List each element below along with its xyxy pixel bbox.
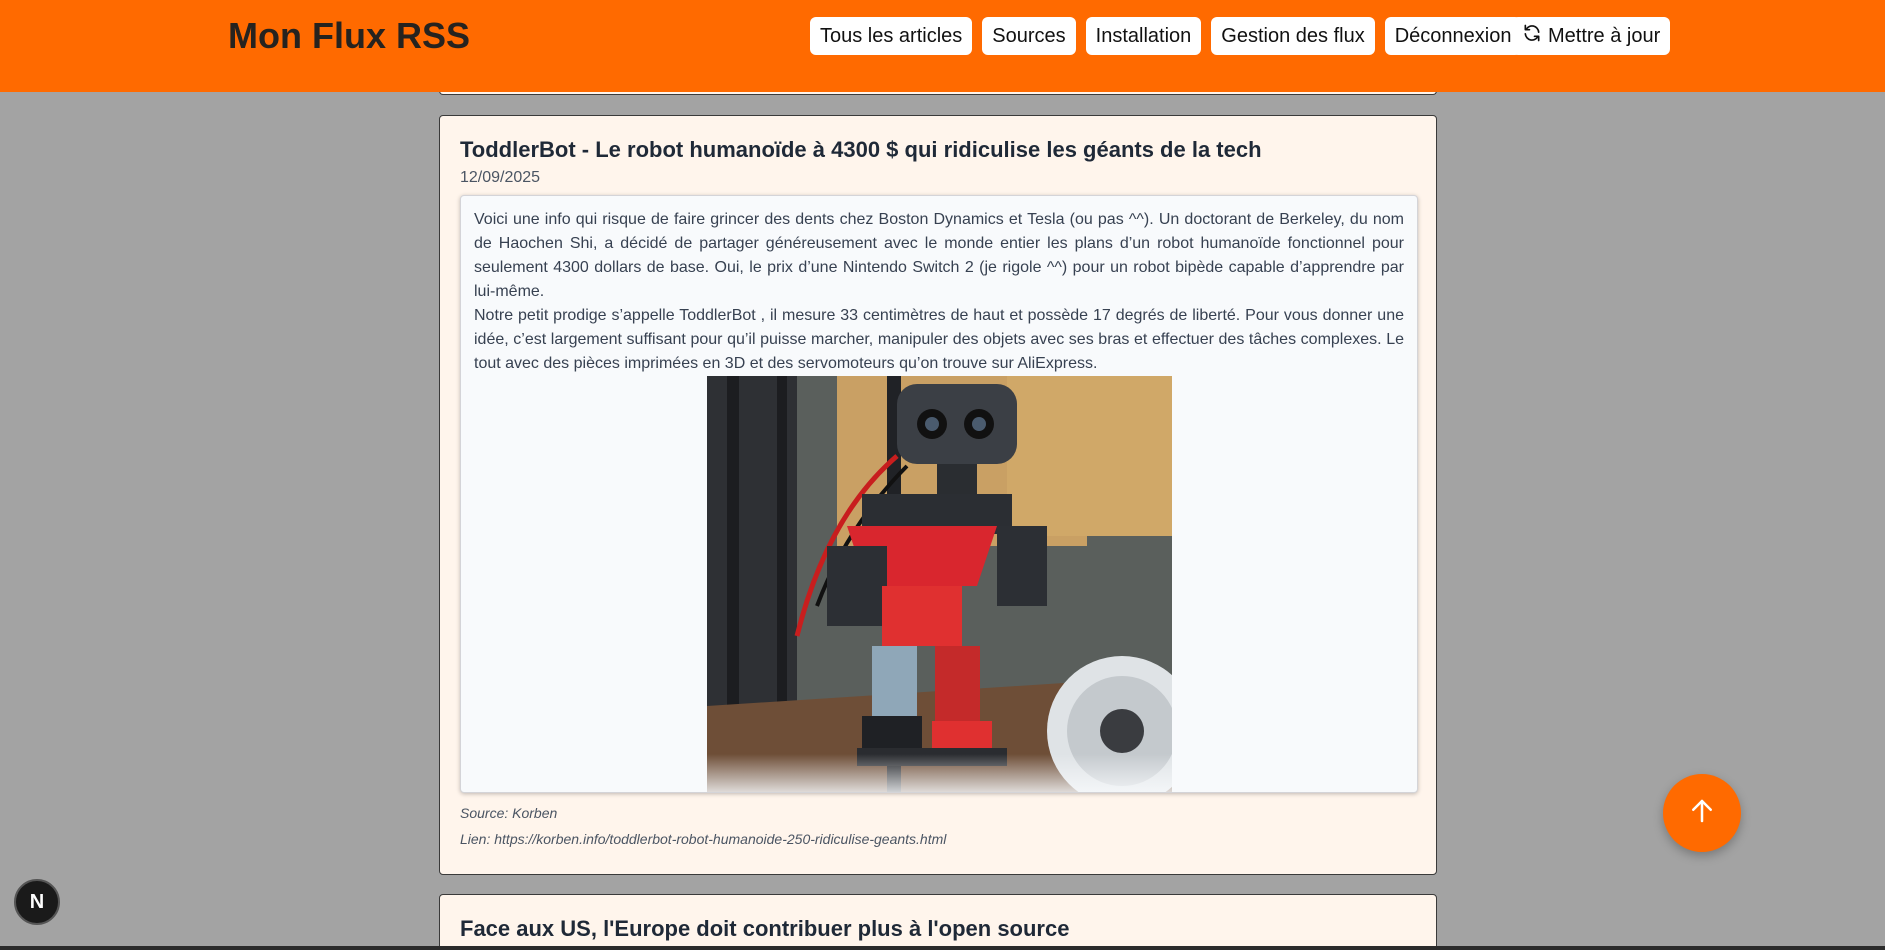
article-paragraph: Notre petit prodige s’appelle ToddlerBot… xyxy=(474,306,1404,372)
bottom-border xyxy=(0,946,1885,950)
nav-manage-feeds-button[interactable]: Gestion des flux xyxy=(1211,17,1375,55)
main-nav: Tous les articles Sources Installation G… xyxy=(810,17,1522,55)
nav-logout-button[interactable]: Déconnexion xyxy=(1384,17,1522,55)
refresh-button[interactable]: Mettre à jour xyxy=(1512,17,1671,55)
nav-all-articles-button[interactable]: Tous les articles xyxy=(810,17,973,55)
robot-image xyxy=(706,375,1172,792)
arrow-up-icon xyxy=(1687,796,1717,831)
article-content: Voici une info qui risque de faire grinc… xyxy=(460,194,1418,793)
top-header: Mon Flux RSS Tous les articles Sources I… xyxy=(0,0,1885,92)
next-article-card: Face aux US, l'Europe doit contribuer pl… xyxy=(439,894,1437,950)
article-link[interactable]: Lien: https://korben.info/toddlerbot-rob… xyxy=(460,831,1416,847)
article-title[interactable]: ToddlerBot - Le robot humanoïde à 4300 $… xyxy=(460,136,1416,165)
nav-sources-button[interactable]: Sources xyxy=(982,17,1076,55)
app-title: Mon Flux RSS xyxy=(228,15,470,56)
refresh-label: Mettre à jour xyxy=(1548,24,1661,47)
refresh-icon xyxy=(1522,23,1542,49)
article-paragraph: Voici une info qui risque de faire grinc… xyxy=(474,210,1404,300)
article-date: 12/09/2025 xyxy=(460,168,541,186)
nav-installation-button[interactable]: Installation xyxy=(1085,17,1202,55)
article-card: ToddlerBot - Le robot humanoïde à 4300 $… xyxy=(439,115,1437,875)
dev-tools-badge[interactable]: N xyxy=(14,879,60,925)
scroll-to-top-button[interactable] xyxy=(1663,774,1741,852)
article-source: Source: Korben xyxy=(460,804,558,821)
next-article-title[interactable]: Face aux US, l'Europe doit contribuer pl… xyxy=(460,915,1416,944)
